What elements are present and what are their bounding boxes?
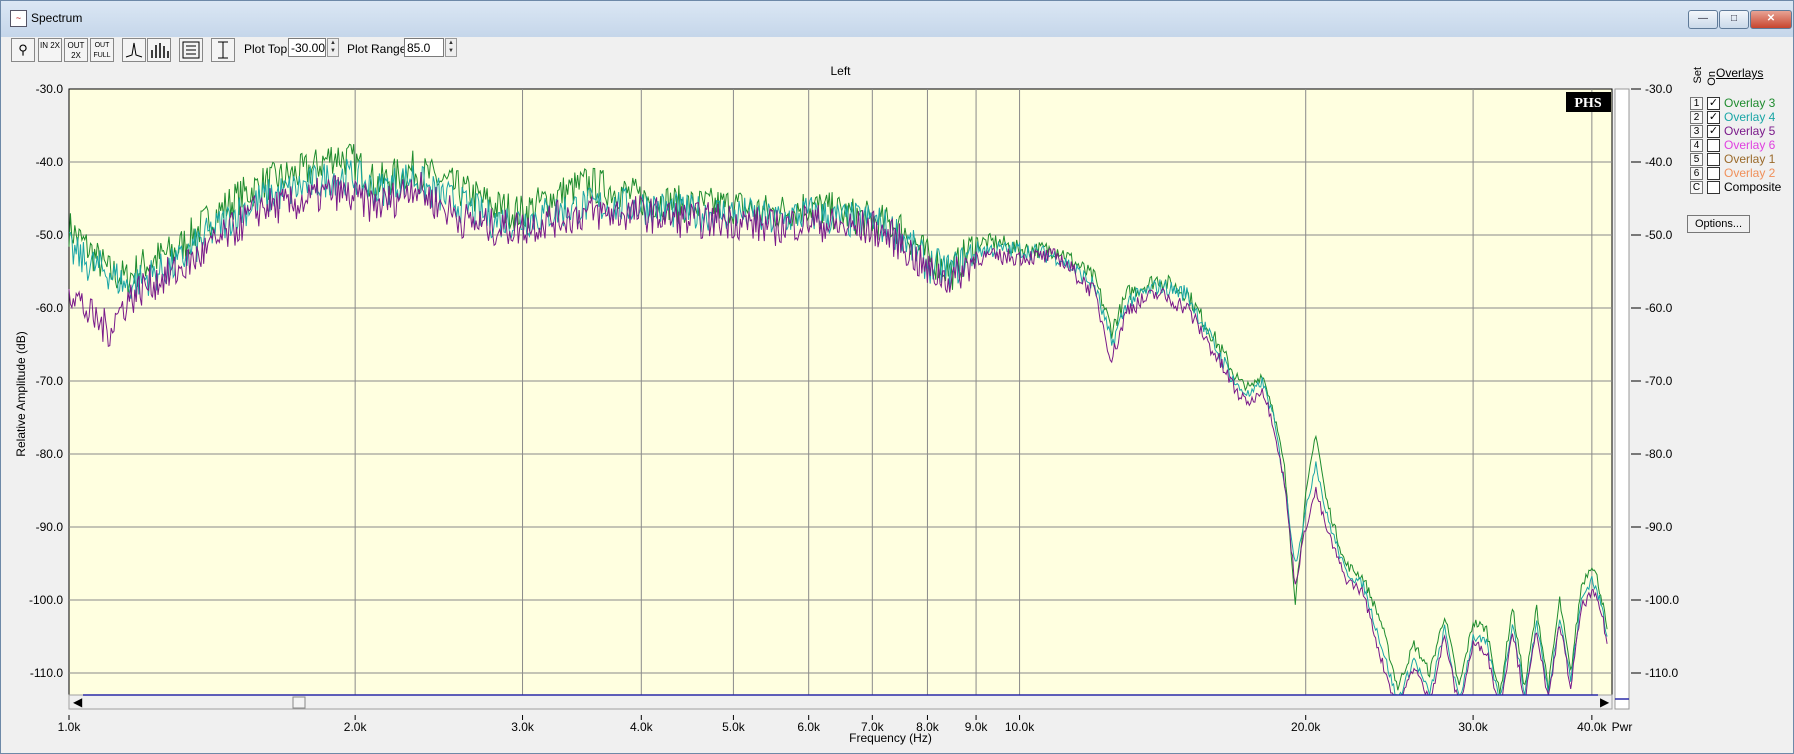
overlay-set-button[interactable]: 1 <box>1690 97 1703 110</box>
y-tick-label-right: -90.0 <box>1645 520 1673 534</box>
overlay-label: Overlay 5 <box>1724 124 1776 138</box>
phs-logo: PHS <box>1574 96 1601 111</box>
x-tick-label: 6.0k <box>797 720 821 734</box>
window-title: Spectrum <box>31 11 83 25</box>
zoom-out-full-button[interactable]: OUT FULL <box>90 38 114 62</box>
overlay-set-button[interactable]: 6 <box>1690 167 1703 180</box>
x-tick-label: 4.0k <box>630 720 654 734</box>
overlay-set-button[interactable]: 2 <box>1690 111 1703 124</box>
plot-range-label: Plot Range: <box>347 42 410 56</box>
on-column-header: On <box>1706 71 1718 86</box>
overlay-label: Composite <box>1724 180 1782 194</box>
overlay-on-checkbox[interactable]: ✓ <box>1707 111 1720 124</box>
title-bar: ~ Spectrum — □ ✕ <box>1 1 1793 37</box>
power-meter <box>1614 88 1630 710</box>
y-tick-label: -60.0 <box>36 301 64 315</box>
y-axis-label: Relative Amplitude (dB) <box>14 331 28 456</box>
x-tick-label: 5.0k <box>722 720 746 734</box>
overlay-label: Overlay 1 <box>1724 152 1776 166</box>
x-tick-label: 1.0k <box>58 720 82 734</box>
toolbar: ⚲ IN 2X OUT 2X OUT FULL Plot Top: -30.00… <box>1 37 1793 63</box>
autoscale-icon <box>218 41 228 59</box>
spectrum-window: ~ Spectrum — □ ✕ ⚲ IN 2X OUT 2X OUT FULL… <box>0 0 1794 754</box>
y-tick-label: -80.0 <box>36 447 64 461</box>
overlay-set-button[interactable]: 5 <box>1690 153 1703 166</box>
line-mode-icon <box>125 42 143 58</box>
overlay-on-checkbox[interactable] <box>1707 139 1720 152</box>
overlay-set-button[interactable]: 3 <box>1690 125 1703 138</box>
plot-top-spinner[interactable]: ▲ ▼ <box>327 38 339 57</box>
minimize-button[interactable]: — <box>1688 10 1718 29</box>
y-tick-label-right: -100.0 <box>1645 593 1679 607</box>
y-tick-label: -100.0 <box>29 593 63 607</box>
x-tick-label: 30.0k <box>1458 720 1488 734</box>
y-tick-label-right: -70.0 <box>1645 374 1673 388</box>
y-tick-label: -40.0 <box>36 155 64 169</box>
maximize-button[interactable]: □ <box>1719 10 1749 29</box>
x-tick-label: 10.0k <box>1005 720 1035 734</box>
zoom-out-2x-icon: OUT 2X <box>67 41 85 60</box>
scroll-thumb[interactable] <box>292 696 306 709</box>
spectrum-chart[interactable]: Left -30.0 -30.0 -40.0 -40.0 -50.0 -50.0 -60.0 -… <box>1 63 1691 753</box>
plot-top-input[interactable]: -30.00 <box>288 38 326 57</box>
overlay-set-button[interactable]: 4 <box>1690 139 1703 152</box>
x-axis-label: Frequency (Hz) <box>849 731 932 745</box>
overlay-set-button[interactable]: C <box>1690 181 1703 194</box>
overlay-on-checkbox[interactable]: ✓ <box>1707 97 1720 110</box>
bar-mode-icon <box>151 43 169 58</box>
scroll-left-arrow[interactable]: ◀ <box>73 695 83 709</box>
overlay-label: Overlay 3 <box>1724 96 1776 110</box>
y-tick-label-right: -50.0 <box>1645 228 1673 242</box>
overlay-label: Overlay 4 <box>1724 110 1776 124</box>
settings-list-button[interactable] <box>179 38 203 62</box>
zoom-tool-icon: ⚲ <box>18 42 28 57</box>
plot-top-label: Plot Top: <box>244 42 291 56</box>
chart-title: Left <box>830 64 851 78</box>
settings-list-icon <box>182 41 200 59</box>
overlay-label: Overlay 6 <box>1724 138 1776 152</box>
line-mode-button[interactable] <box>122 38 146 62</box>
overlay-label: Overlay 2 <box>1724 166 1776 180</box>
close-button[interactable]: ✕ <box>1750 10 1792 29</box>
overlay-on-checkbox[interactable] <box>1707 181 1720 194</box>
zoom-tool-button[interactable]: ⚲ <box>11 38 35 62</box>
y-tick-label: -70.0 <box>36 374 64 388</box>
zoom-out-full-icon: OUT FULL <box>93 42 111 59</box>
spectrum-app-icon[interactable]: ~ <box>10 10 27 27</box>
x-tick-label: 20.0k <box>1291 720 1321 734</box>
x-tick-label: 2.0k <box>344 720 368 734</box>
zoom-in-2x-button[interactable]: IN 2X <box>38 38 62 62</box>
bar-mode-button[interactable] <box>147 38 171 62</box>
plot-range-input[interactable]: 85.0 <box>404 38 444 57</box>
autoscale-button[interactable] <box>211 38 235 62</box>
options-button[interactable]: Options... <box>1687 215 1750 233</box>
overlays-title: Overlays <box>1716 66 1764 80</box>
zoom-in-2x-icon: IN 2X <box>39 41 60 50</box>
y-tick-label: -50.0 <box>36 228 64 242</box>
plot-area[interactable] <box>68 88 1613 700</box>
overlays-panel: Overlays Set On 1 ✓ Overlay 3 2 ✓ Overlay 4 3 ✓… <box>1686 63 1793 233</box>
set-column-header: Set <box>1692 67 1704 84</box>
y-tick-label-right: -80.0 <box>1645 447 1673 461</box>
x-tick-label: 9.0k <box>965 720 989 734</box>
zoom-out-2x-button[interactable]: OUT 2X <box>64 38 88 62</box>
y-tick-label: -30.0 <box>36 82 64 96</box>
overlay-on-checkbox[interactable]: ✓ <box>1707 125 1720 138</box>
plot-range-spinner[interactable]: ▲ ▼ <box>445 38 457 57</box>
overlay-row: C Composite <box>1686 180 1793 196</box>
y-tick-label: -110.0 <box>30 666 63 680</box>
x-tick-label: 3.0k <box>511 720 535 734</box>
scroll-right-arrow[interactable]: ▶ <box>1600 695 1610 709</box>
overlay-on-checkbox[interactable] <box>1707 167 1720 180</box>
y-tick-label-right: -30.0 <box>1645 82 1673 96</box>
pwr-label: Pwr <box>1612 720 1633 734</box>
overlay-on-checkbox[interactable] <box>1707 153 1720 166</box>
spectrum-plot-region: Left -30.0 -30.0 -40.0 -40.0 -50.0 -50.0 -60.0 -… <box>1 63 1793 753</box>
y-tick-label-right: -60.0 <box>1645 301 1673 315</box>
x-tick-label: 40.0k <box>1577 720 1607 734</box>
y-tick-label-right: -110.0 <box>1645 666 1678 680</box>
y-tick-label-right: -40.0 <box>1645 155 1673 169</box>
y-tick-label: -90.0 <box>36 520 64 534</box>
